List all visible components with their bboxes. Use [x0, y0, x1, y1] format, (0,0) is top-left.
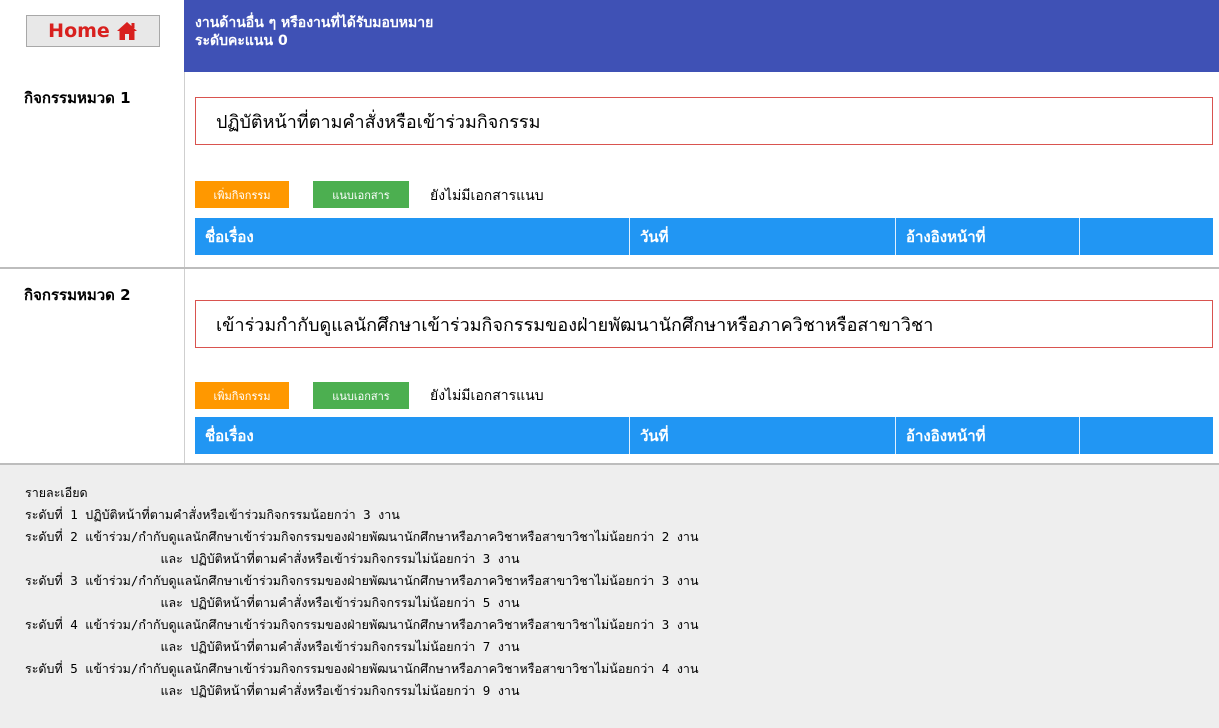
- column-header-actions: [1080, 417, 1213, 454]
- header-home-area: Home: [0, 0, 184, 72]
- activity-section-2: กิจกรรมหมวด 2 เข้าร่วมกำกับดูแลนักศึกษาเ…: [0, 269, 1219, 465]
- details-line: ระดับที่ 4 แข้าร่วม/กำกับดูแลนักศึกษาเข้…: [25, 617, 699, 632]
- details-line: ระดับที่ 5 แข้าร่วม/กำกับดูแลนักศึกษาเข้…: [25, 661, 699, 676]
- documents-table-header: ชื่อเรื่อง วันที่ อ้างอิงหน้าที่: [195, 417, 1213, 454]
- column-header-date: วันที่: [630, 417, 896, 454]
- attach-document-button[interactable]: แนบเอกสาร: [313, 382, 409, 409]
- home-button-label: Home: [48, 20, 110, 42]
- details-line: และ ปฏิบัติหน้าที่ตามคำสั่งหรือเข้าร่วมก…: [25, 595, 520, 610]
- section-divider: [184, 269, 185, 463]
- details-line: ระดับที่ 2 แข้าร่วม/กำกับดูแลนักศึกษาเข้…: [25, 529, 699, 544]
- details-line: และ ปฏิบัติหน้าที่ตามคำสั่งหรือเข้าร่วมก…: [25, 551, 520, 566]
- column-header-date: วันที่: [630, 218, 896, 255]
- documents-table-header: ชื่อเรื่อง วันที่ อ้างอิงหน้าที่: [195, 218, 1213, 255]
- add-activity-button[interactable]: เพิ่มกิจกรรม: [195, 382, 289, 409]
- attach-document-button[interactable]: แนบเอกสาร: [313, 181, 409, 208]
- activity-section-1: กิจกรรมหมวด 1 ปฏิบัติหน้าที่ตามคำสั่งหรื…: [0, 72, 1219, 269]
- column-header-title: ชื่อเรื่อง: [195, 417, 630, 454]
- category-label: กิจกรรมหมวด 1: [24, 89, 131, 107]
- column-header-duty-ref: อ้างอิงหน้าที่: [896, 218, 1080, 255]
- criteria-details: รายละเอียดระดับที่ 1 ปฏิบัติหน้าที่ตามคำ…: [0, 465, 1219, 728]
- details-line: และ ปฏิบัติหน้าที่ตามคำสั่งหรือเข้าร่วมก…: [25, 639, 520, 654]
- activity-title-box: ปฏิบัติหน้าที่ตามคำสั่งหรือเข้าร่วมกิจกร…: [195, 97, 1213, 145]
- header-banner: งานด้านอื่น ๆ หรืองานที่ได้รับมอบหมาย ระ…: [184, 0, 1219, 72]
- section-divider: [184, 72, 185, 267]
- details-line: ระดับที่ 1 ปฏิบัติหน้าที่ตามคำสั่งหรือเข…: [25, 507, 400, 522]
- home-button[interactable]: Home: [26, 15, 160, 47]
- category-label: กิจกรรมหมวด 2: [24, 286, 131, 304]
- add-activity-button[interactable]: เพิ่มกิจกรรม: [195, 181, 289, 208]
- column-header-title: ชื่อเรื่อง: [195, 218, 630, 255]
- details-line: และ ปฏิบัติหน้าที่ตามคำสั่งหรือเข้าร่วมก…: [25, 683, 520, 698]
- details-heading: รายละเอียด: [25, 485, 88, 500]
- page-header: Home งานด้านอื่น ๆ หรืองานที่ได้รับมอบหม…: [0, 0, 1219, 72]
- page-title: งานด้านอื่น ๆ หรืองานที่ได้รับมอบหมาย: [195, 15, 434, 31]
- activity-title: เข้าร่วมกำกับดูแลนักศึกษาเข้าร่วมกิจกรรม…: [216, 314, 934, 336]
- home-icon: [116, 22, 137, 40]
- column-header-duty-ref: อ้างอิงหน้าที่: [896, 417, 1080, 454]
- column-header-actions: [1080, 218, 1213, 255]
- details-line: ระดับที่ 3 แข้าร่วม/กำกับดูแลนักศึกษาเข้…: [25, 573, 699, 588]
- activity-title-box: เข้าร่วมกำกับดูแลนักศึกษาเข้าร่วมกิจกรรม…: [195, 300, 1213, 348]
- score-level: ระดับคะแนน 0: [195, 33, 288, 49]
- activity-title: ปฏิบัติหน้าที่ตามคำสั่งหรือเข้าร่วมกิจกร…: [216, 111, 541, 133]
- no-document-status: ยังไม่มีเอกสารแนบ: [430, 388, 544, 404]
- no-document-status: ยังไม่มีเอกสารแนบ: [430, 188, 544, 204]
